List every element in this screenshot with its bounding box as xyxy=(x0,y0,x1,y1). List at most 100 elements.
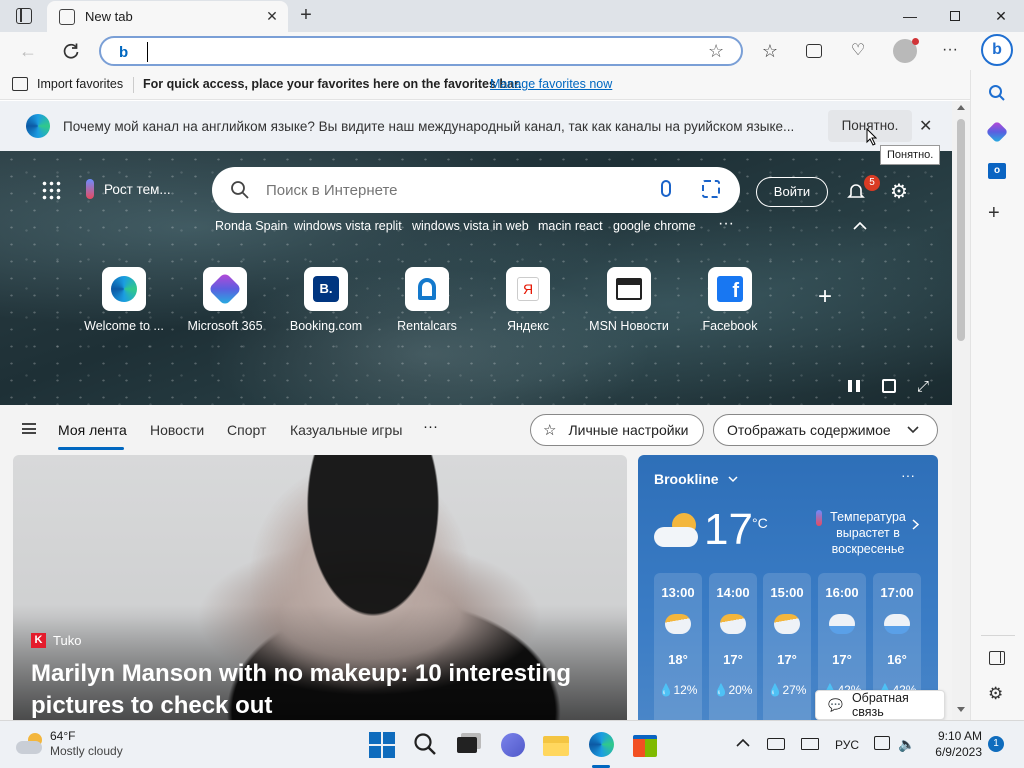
start-icon[interactable] xyxy=(368,731,396,759)
tab-new-tab[interactable]: New tab ✕ xyxy=(47,1,288,32)
clock[interactable]: 9:10 AM 6/9/2023 xyxy=(928,728,982,760)
hide-sidebar-icon[interactable] xyxy=(989,651,1005,665)
page-scrollbar[interactable] xyxy=(952,101,970,720)
browser-essentials-icon[interactable]: ♡ xyxy=(848,41,868,61)
weather-location[interactable]: Brookline xyxy=(654,471,738,487)
visual-search-icon[interactable] xyxy=(702,180,720,198)
favorite-star-icon[interactable]: ☆ xyxy=(708,41,724,62)
quick-link-rentalcars[interactable]: Rentalcars xyxy=(377,267,477,333)
tab-news[interactable]: Новости xyxy=(150,422,204,438)
new-tab-button[interactable]: + xyxy=(296,5,316,25)
address-input[interactable] xyxy=(147,42,687,62)
taskbar-search-icon[interactable] xyxy=(412,731,440,759)
hourly-forecast-3[interactable]: 15:00 17° 💧27% xyxy=(763,573,811,720)
suggestion-2[interactable]: windows vista replit xyxy=(294,219,402,233)
quick-link-welcome[interactable]: Welcome to ... xyxy=(74,267,174,333)
hourly-forecast-1[interactable]: 13:00 18° 💧12% xyxy=(654,573,702,720)
close-tab-icon[interactable]: ✕ xyxy=(262,8,282,25)
feed-menu-icon[interactable] xyxy=(22,423,36,434)
suggestion-3[interactable]: windows vista in web xyxy=(412,219,529,233)
collections-icon[interactable] xyxy=(804,41,824,61)
show-hidden-icons-icon[interactable] xyxy=(736,738,750,747)
sidebar-settings-icon[interactable]: ⚙ xyxy=(988,684,1003,704)
sidebar-microsoft365-icon[interactable] xyxy=(985,120,1009,144)
sidebar-search-icon[interactable] xyxy=(988,84,1006,102)
weather-alert[interactable]: Температура вырастет в воскресенье xyxy=(816,509,928,557)
quick-link-facebook[interactable]: f Facebook xyxy=(680,267,780,333)
suggestion-4[interactable]: macin react xyxy=(538,219,603,233)
suggestion-1[interactable]: Ronda Spain xyxy=(215,219,287,233)
feedback-button[interactable]: 💬 Обратная связь xyxy=(815,690,945,720)
more-tabs-icon[interactable]: ··· xyxy=(423,418,438,435)
file-explorer-icon[interactable] xyxy=(543,731,571,759)
taskbar-weather[interactable]: 64°F Mostly cloudy xyxy=(16,729,123,759)
search-input[interactable] xyxy=(266,181,626,199)
display-icon[interactable] xyxy=(801,738,819,750)
edge-sidebar: o + ⚙ xyxy=(970,70,1024,720)
sidebar-add-icon[interactable]: + xyxy=(988,202,1000,225)
quick-link-msn-news[interactable]: MSN Новости xyxy=(579,267,679,333)
article-headline[interactable]: Marilyn Manson with no makeup: 10 intere… xyxy=(31,658,591,720)
voice-search-icon[interactable] xyxy=(661,180,671,197)
scroll-up-icon[interactable] xyxy=(957,105,965,110)
tab-actions-icon[interactable] xyxy=(16,8,32,24)
tab-sport[interactable]: Спорт xyxy=(227,422,266,438)
volume-icon[interactable]: 🔈 xyxy=(898,736,915,753)
manage-favorites-link[interactable]: Manage favorites now xyxy=(490,77,612,91)
input-language[interactable]: РУС xyxy=(835,738,859,752)
quick-link-booking[interactable]: B. Booking.com xyxy=(276,267,376,333)
hour-temp: 17° xyxy=(723,652,743,667)
pause-background-icon[interactable] xyxy=(848,380,860,392)
profile-avatar[interactable] xyxy=(893,38,919,63)
refresh-icon[interactable] xyxy=(61,41,81,61)
display-content-dropdown[interactable]: Отображать содержимое xyxy=(713,414,938,446)
quick-link-microsoft365[interactable]: Microsoft 365 xyxy=(175,267,275,333)
weather-card[interactable]: Brookline ··· 17 °C Температура вырастет… xyxy=(638,455,938,720)
weather-more-icon[interactable]: ··· xyxy=(901,467,915,483)
copilot-icon[interactable]: b xyxy=(981,34,1013,66)
hourly-forecast-2[interactable]: 14:00 17° 💧20% xyxy=(709,573,757,720)
close-window-icon[interactable]: ✕ xyxy=(991,6,1011,26)
more-options-icon[interactable]: ··· xyxy=(940,41,960,61)
rain-icon xyxy=(829,614,855,634)
background-info-icon[interactable] xyxy=(882,379,896,393)
minimize-icon[interactable]: — xyxy=(900,6,920,26)
notifications-bell-icon[interactable] xyxy=(846,181,866,201)
scroll-thumb[interactable] xyxy=(957,119,965,341)
network-icon[interactable] xyxy=(874,736,890,750)
teams-chat-icon[interactable] xyxy=(499,731,527,759)
task-view-icon[interactable] xyxy=(455,731,483,759)
apps-launcher-icon[interactable] xyxy=(41,180,61,200)
notice-close-icon[interactable]: ✕ xyxy=(919,116,932,136)
hour-precip: 💧20% xyxy=(713,683,753,697)
import-favorites-button[interactable]: Import favorites xyxy=(12,77,123,91)
more-suggestions-icon[interactable]: ··· xyxy=(718,215,734,233)
keyboard-icon[interactable] xyxy=(767,738,785,750)
personalize-button[interactable]: ☆ Личные настройки xyxy=(530,414,704,446)
add-quick-link-icon[interactable]: + xyxy=(818,283,832,311)
tab-my-feed[interactable]: Моя лента xyxy=(58,422,127,438)
partly-cloudy-icon xyxy=(665,614,691,634)
taskbar-weather-temp: 64°F xyxy=(50,729,76,743)
restore-icon[interactable] xyxy=(945,6,965,26)
featured-article-card[interactable]: K Tuko Marilyn Manson with no makeup: 10… xyxy=(13,455,627,720)
microsoft-store-icon[interactable] xyxy=(631,731,659,759)
sign-in-button[interactable]: Войти xyxy=(756,177,828,207)
page-settings-icon[interactable]: ⚙ xyxy=(890,179,908,204)
favorites-icon[interactable]: ☆ xyxy=(760,41,780,61)
taskbar-edge-icon[interactable] xyxy=(587,731,615,759)
scroll-down-icon[interactable] xyxy=(957,707,965,712)
yandex-icon: Я xyxy=(506,267,550,311)
expand-background-icon[interactable]: ⤢ xyxy=(917,378,929,395)
collapse-chevron-icon[interactable] xyxy=(853,221,867,231)
notification-center-badge[interactable]: 1 xyxy=(988,736,1004,752)
quick-link-label: Rentalcars xyxy=(397,319,457,333)
weather-chip[interactable]: Рост тем... xyxy=(86,179,171,199)
sidebar-outlook-icon[interactable]: o xyxy=(988,163,1006,179)
suggestion-5[interactable]: google chrome xyxy=(613,219,696,233)
web-search-box[interactable] xyxy=(212,167,740,213)
back-icon[interactable]: ← xyxy=(18,41,38,61)
tab-casual-games[interactable]: Казуальные игры xyxy=(290,422,402,438)
address-bar[interactable]: b ☆ xyxy=(99,36,743,66)
quick-link-yandex[interactable]: Я Яндекс xyxy=(478,267,578,333)
